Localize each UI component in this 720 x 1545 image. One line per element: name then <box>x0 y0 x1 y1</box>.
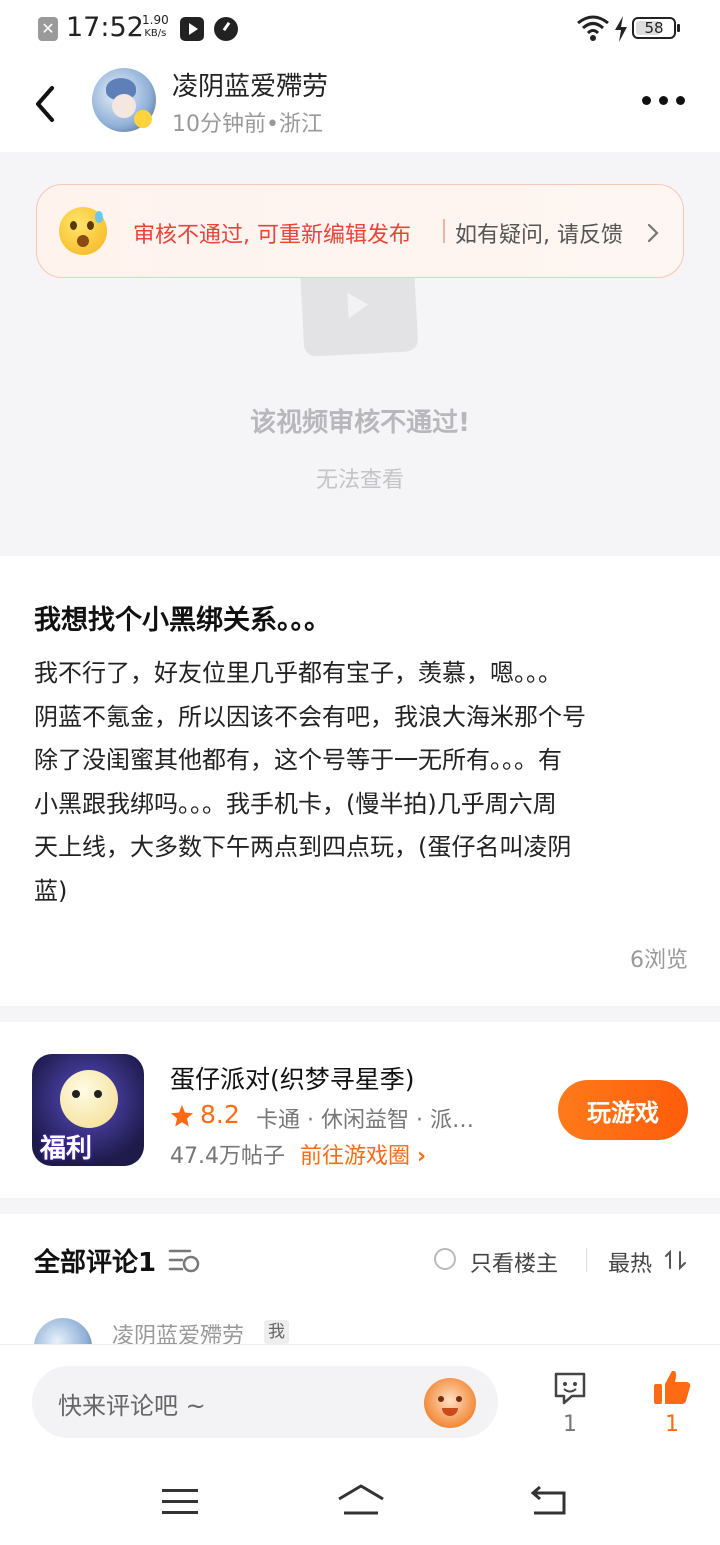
only-author-label[interactable]: 只看楼主 <box>470 1246 558 1278</box>
wifi-icon <box>577 15 609 41</box>
video-status-title: 该视频审核不通过! <box>250 408 470 438</box>
post-meta: 10分钟前•浙江 <box>172 112 323 137</box>
sort-icon[interactable] <box>664 1248 688 1272</box>
post-body-line: 小黑跟我绑吗。。。我手机卡，(慢半拍)几乎周六周 <box>34 789 557 818</box>
only-author-radio[interactable] <box>434 1248 456 1270</box>
audit-banner[interactable]: 审核不通过, 可重新编辑发布 如有疑问, 请反馈 <box>36 184 684 278</box>
back-arrow-icon[interactable] <box>30 84 60 124</box>
charging-icon <box>615 16 627 42</box>
comment-bubble-icon[interactable] <box>552 1370 588 1406</box>
audit-message: 审核不通过, 可重新编辑发布 <box>133 223 411 248</box>
section-divider <box>0 1006 720 1022</box>
nav-back-icon[interactable] <box>528 1485 570 1519</box>
game-tags: 卡通 · 休闲益智 · 派… <box>256 1108 474 1133</box>
game-circle-link[interactable]: 前往游戏圈 › <box>300 1138 426 1170</box>
section-divider <box>0 1198 720 1214</box>
star-icon <box>171 1105 193 1127</box>
filter-icon[interactable] <box>168 1246 202 1274</box>
sort-label[interactable]: 最热 <box>608 1246 652 1278</box>
comment-placeholder: 快来评论吧 ~ <box>58 1392 206 1420</box>
surprised-face-icon <box>59 207 107 255</box>
status-bar: ✕ 17:52 1.90 KB/s 58 <box>0 0 720 58</box>
battery-level: 58 <box>644 19 664 37</box>
view-count: 6浏览 <box>630 948 688 973</box>
comments-section: 全部评论1 只看楼主 最热 凌阴蓝爱殢劳 我 <box>0 1214 720 1376</box>
battery-icon: 58 <box>632 17 680 39</box>
post-content: 我想找个小黑绑关系。。。 我不行了，好友位里几乎都有宝子，羡慕，嗯。。。 阴蓝不… <box>0 556 720 1006</box>
game-circle-link-label: 前往游戏圈 <box>300 1144 411 1169</box>
feedback-link[interactable]: 如有疑问, 请反馈 <box>455 217 623 249</box>
chevron-right-icon <box>647 223 659 243</box>
media-play-icon <box>180 17 204 41</box>
banner-divider <box>443 219 445 243</box>
post-header: 凌阴蓝爱殢劳 10分钟前•浙江 <box>0 58 720 150</box>
post-body-line: 除了没闺蜜其他都有，这个号等于一无所有。。。有 <box>34 746 562 774</box>
avatar-emoji-badge <box>134 110 152 128</box>
game-icon[interactable]: 福利 <box>32 1054 144 1166</box>
close-notification-icon: ✕ <box>38 17 58 41</box>
post-body: 我不行了，好友位里几乎都有宝子，羡慕，嗯。。。 阴蓝不氪金，所以因该不会有吧，我… <box>34 652 694 913</box>
sort-divider <box>586 1248 587 1272</box>
comment-count: 1 <box>563 1412 577 1437</box>
speedometer-icon <box>214 17 238 41</box>
play-game-button[interactable]: 玩游戏 <box>558 1080 688 1140</box>
network-speed: 1.90 KB/s <box>142 14 169 40</box>
mascot-emoji-icon[interactable] <box>424 1378 476 1428</box>
chevron-right-icon: › <box>417 1144 427 1169</box>
video-status-subtitle: 无法查看 <box>315 468 404 493</box>
game-rating: 8.2 <box>200 1100 240 1129</box>
like-count: 1 <box>665 1412 679 1437</box>
post-title: 我想找个小黑绑关系。。。 <box>34 605 331 636</box>
post-body-line: 蓝) <box>34 876 68 905</box>
nav-menu-icon[interactable] <box>162 1489 198 1515</box>
post-body-line: 天上线，大多数下午两点到四点玩，(蛋仔名叫凌阴 <box>34 833 572 861</box>
author-name[interactable]: 凌阴蓝爱殢劳 <box>172 66 328 103</box>
comment-input[interactable]: 快来评论吧 ~ <box>32 1366 498 1438</box>
more-options-icon[interactable] <box>640 94 688 108</box>
me-tag: 我 <box>264 1320 289 1344</box>
speed-value: 1.90 <box>142 13 169 27</box>
game-badge: 福利 <box>40 1134 93 1164</box>
game-post-count: 47.4万帖子 <box>170 1144 285 1169</box>
post-body-line: 我不行了，好友位里几乎都有宝子，羡慕，嗯。。。 <box>34 659 562 687</box>
nav-home-icon[interactable] <box>336 1483 386 1519</box>
comments-title: 全部评论1 <box>34 1248 157 1278</box>
thumbs-up-icon[interactable] <box>652 1368 692 1406</box>
clock: 17:52 <box>66 12 144 43</box>
post-body-line: 阴蓝不氪金，所以因该不会有吧，我浪大海米那个号 <box>34 702 586 731</box>
speed-unit: KB/s <box>144 28 167 39</box>
game-name[interactable]: 蛋仔派对(织梦寻星季) <box>170 1060 415 1096</box>
